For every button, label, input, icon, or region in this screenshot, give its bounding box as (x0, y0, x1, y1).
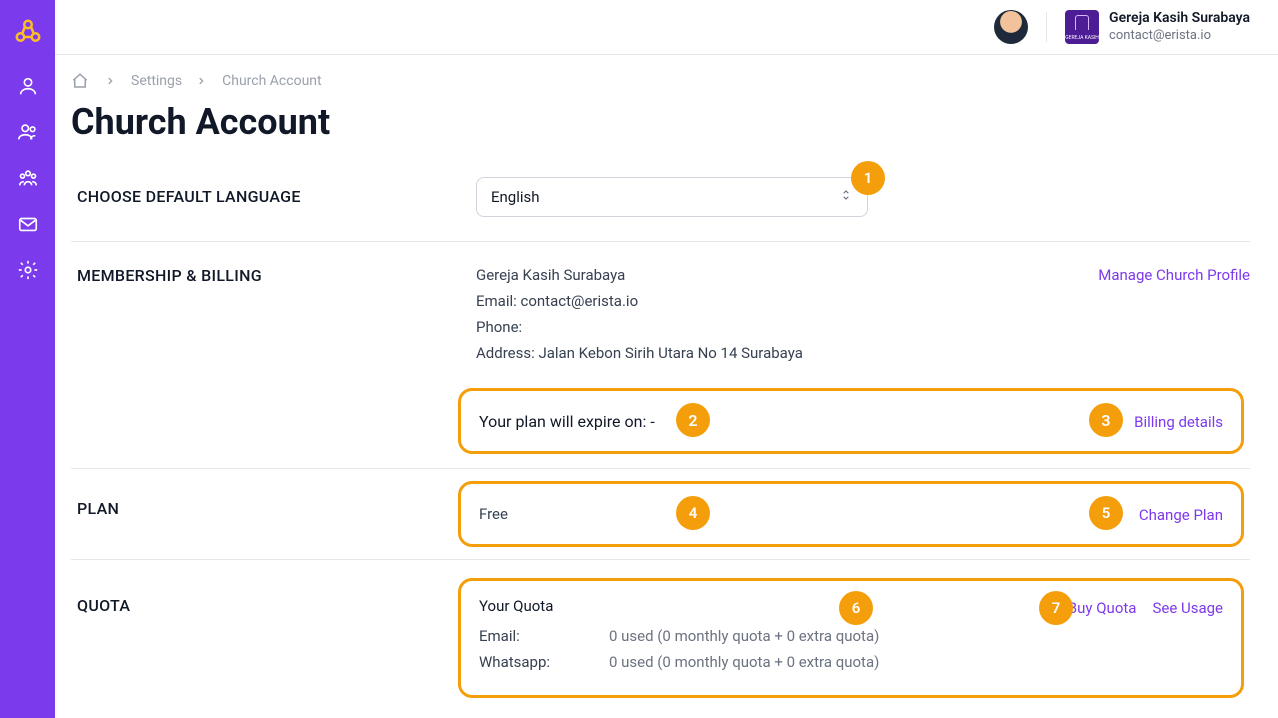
quota-key-whatsapp: Whatsapp: (479, 653, 609, 671)
chevron-right-icon (196, 75, 208, 87)
annotation-badge-3: 3 (1089, 403, 1123, 437)
quota-row-email: Email: 0 used (0 monthly quota + 0 extra… (479, 627, 1068, 645)
quota-title: Your Quota (479, 597, 1068, 615)
annotation-badge-5: 5 (1089, 496, 1123, 530)
quota-grid: Email: 0 used (0 monthly quota + 0 extra… (479, 627, 1068, 671)
section-body-language: English 1 (476, 175, 1250, 217)
header: GEREJA KASIH Gereja Kasih Surabaya conta… (55, 0, 1278, 54)
nav-groups-icon[interactable] (16, 166, 40, 190)
org-block[interactable]: GEREJA KASIH Gereja Kasih Surabaya conta… (1065, 10, 1250, 44)
nav-person-icon[interactable] (16, 74, 40, 98)
nav-people-icon[interactable] (16, 120, 40, 144)
org-name: Gereja Kasih Surabaya (1109, 10, 1250, 28)
annotation-badge-7: 7 (1039, 591, 1073, 625)
section-label-plan: PLAN (71, 469, 476, 559)
section-body-plan: Free 4 5 Change Plan (458, 469, 1250, 559)
section-language: CHOOSE DEFAULT LANGUAGE English 1 (71, 169, 1250, 242)
select-chevron-icon (839, 188, 853, 206)
section-label-quota: QUOTA (71, 560, 476, 716)
quota-val-email: 0 used (0 monthly quota + 0 extra quota) (609, 627, 879, 645)
annotation-badge-4: 4 (676, 496, 710, 530)
section-label-language: CHOOSE DEFAULT LANGUAGE (71, 175, 476, 217)
section-membership: MEMBERSHIP & BILLING Manage Church Profi… (71, 242, 1250, 370)
quota-row-whatsapp: Whatsapp: 0 used (0 monthly quota + 0 ex… (479, 653, 1068, 671)
annotation-badge-2: 2 (676, 403, 710, 437)
quota-box: Your Quota Email: 0 used (0 monthly quot… (458, 578, 1244, 698)
billing-details-link[interactable]: Billing details (1134, 413, 1223, 431)
change-plan-link[interactable]: Change Plan (1139, 506, 1223, 524)
breadcrumb-church-account[interactable]: Church Account (222, 73, 321, 89)
church-email: Email: contact@erista.io (476, 292, 1244, 310)
quota-val-whatsapp: 0 used (0 monthly quota + 0 extra quota) (609, 653, 879, 671)
main: GEREJA KASIH Gereja Kasih Surabaya conta… (55, 0, 1278, 718)
plan-name: Free (479, 505, 508, 523)
church-address: Address: Jalan Kebon Sirih Utara No 14 S… (476, 344, 1244, 362)
org-email: contact@erista.io (1109, 28, 1250, 44)
language-select[interactable]: English (476, 177, 868, 217)
section-quota: QUOTA Your Quota Email: 0 used (0 monthl… (71, 560, 1250, 716)
billing-box: Your plan will expire on: - 2 3 Billing … (458, 388, 1244, 454)
quota-key-email: Email: (479, 627, 609, 645)
plan-box: Free 4 5 Change Plan (458, 481, 1244, 547)
language-selected: English (491, 188, 540, 206)
org-logo: GEREJA KASIH (1065, 10, 1099, 44)
nav-settings-icon[interactable] (16, 258, 40, 282)
manage-church-profile-link[interactable]: Manage Church Profile (1098, 266, 1250, 284)
content: Settings Church Account Church Account C… (55, 55, 1278, 718)
header-divider (1046, 12, 1047, 42)
chevron-right-icon (105, 75, 117, 87)
org-logo-text: GEREJA KASIH (1065, 35, 1099, 41)
section-label-membership: MEMBERSHIP & BILLING (71, 266, 476, 370)
page-title: Church Account (71, 101, 1250, 143)
user-avatar[interactable] (994, 10, 1028, 44)
section-body-membership: Manage Church Profile Gereja Kasih Surab… (476, 266, 1250, 370)
church-phone: Phone: (476, 318, 1244, 336)
see-usage-link[interactable]: See Usage (1152, 599, 1223, 617)
home-icon[interactable] (71, 71, 91, 91)
sidebar (0, 0, 55, 718)
section-body-quota: Your Quota Email: 0 used (0 monthly quot… (458, 560, 1250, 716)
breadcrumb: Settings Church Account (71, 71, 1250, 91)
billing-row-wrapper: Your plan will expire on: - 2 3 Billing … (71, 370, 1250, 469)
nav-mail-icon[interactable] (16, 212, 40, 236)
annotation-badge-1: 1 (851, 161, 885, 195)
buy-quota-link[interactable]: Buy Quota (1068, 599, 1137, 617)
annotation-badge-6: 6 (839, 591, 873, 625)
org-text: Gereja Kasih Surabaya contact@erista.io (1109, 10, 1250, 44)
logo-icon (13, 17, 43, 47)
plan-expire-text: Your plan will expire on: - (479, 412, 655, 431)
section-plan: PLAN Free 4 5 Change Plan (71, 469, 1250, 560)
breadcrumb-settings[interactable]: Settings (131, 73, 182, 89)
app-logo[interactable] (0, 12, 55, 52)
